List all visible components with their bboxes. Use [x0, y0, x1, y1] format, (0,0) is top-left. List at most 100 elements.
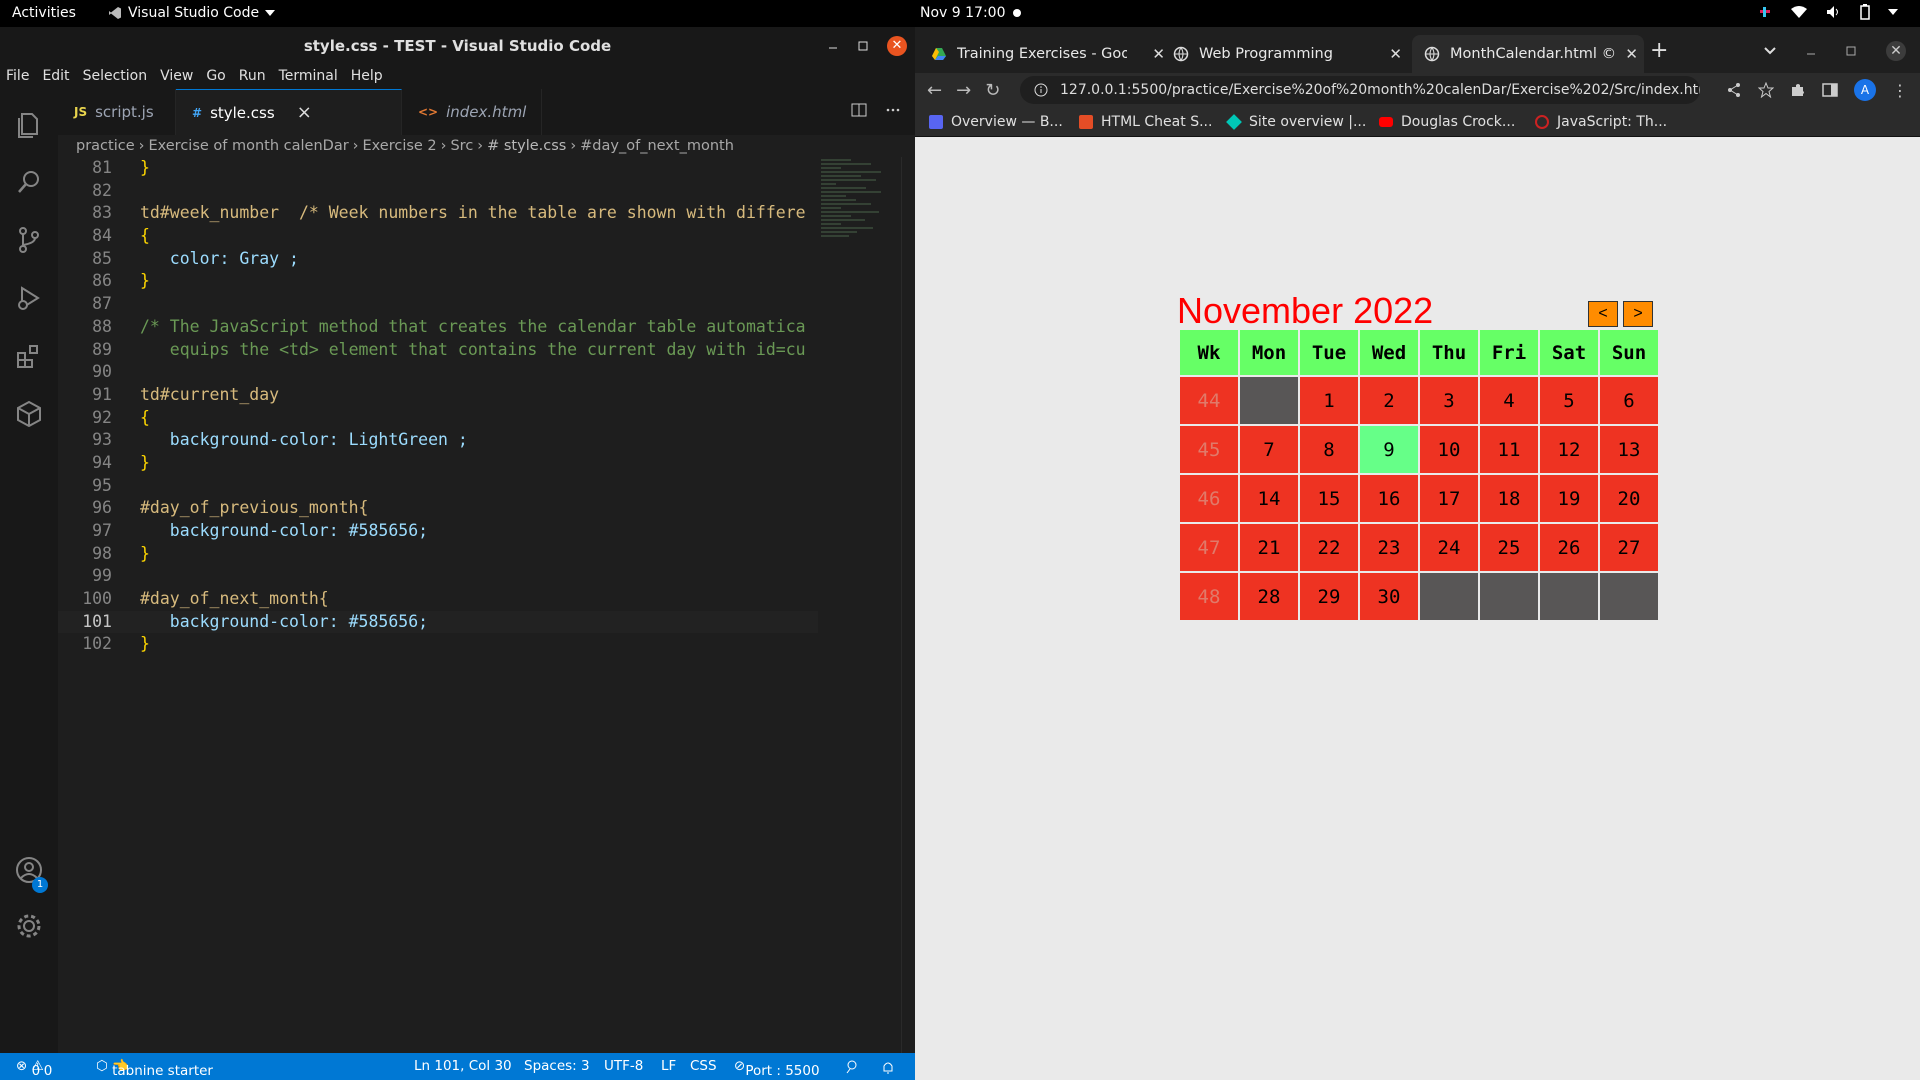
- cursor-position[interactable]: Ln 101, Col 30: [414, 1058, 512, 1074]
- reload-icon[interactable]: ↻: [985, 80, 1000, 101]
- bookmark-star-icon[interactable]: [1758, 82, 1774, 98]
- wifi-icon[interactable]: [1790, 5, 1808, 19]
- share-icon[interactable]: [1726, 82, 1742, 98]
- remote-explorer-icon[interactable]: [14, 399, 44, 429]
- tabnine-status[interactable]: ⬡ tabnine starter 👈: [96, 1058, 213, 1079]
- clock[interactable]: Nov 9 17:00: [920, 5, 1022, 21]
- code-line[interactable]: 96 #day_of_previous_month{: [58, 497, 818, 520]
- tab-index-html[interactable]: <> index.html: [402, 89, 542, 135]
- code-editor[interactable]: 81} 82 83 td#week_number /* Week numbers in…: [58, 157, 818, 1053]
- maximize-icon[interactable]: [857, 40, 869, 52]
- menu-edit[interactable]: Edit: [42, 65, 76, 89]
- menu-go[interactable]: Go: [206, 65, 232, 89]
- feedback-icon[interactable]: [844, 1059, 860, 1075]
- tab-script-js[interactable]: JS script.js: [58, 89, 176, 135]
- breadcrumb-item[interactable]: # style.css: [487, 138, 566, 154]
- menu-run[interactable]: Run: [239, 65, 273, 89]
- menu-view[interactable]: View: [160, 65, 200, 89]
- more-actions-icon[interactable]: [885, 102, 901, 118]
- code-line[interactable]: 93 background-color: LightGreen ;: [58, 429, 818, 452]
- code-line[interactable]: 102}: [58, 633, 818, 656]
- editor-scrollbar[interactable]: [901, 157, 915, 1053]
- code-line[interactable]: 81}: [58, 157, 818, 180]
- previous-month-button[interactable]: <: [1588, 301, 1618, 327]
- end-of-line[interactable]: LF: [661, 1058, 676, 1074]
- power-menu-caret-icon[interactable]: [1888, 9, 1898, 15]
- breadcrumb-item[interactable]: practice: [76, 138, 135, 154]
- code-line[interactable]: 88 /* The JavaScript method that creates …: [58, 316, 818, 339]
- breadcrumb-item[interactable]: Exercise 2: [362, 138, 436, 154]
- bookmark-item[interactable]: Overview — B...: [929, 114, 1063, 130]
- code-line[interactable]: 86}: [58, 270, 818, 293]
- minimize-icon[interactable]: [827, 40, 839, 52]
- code-line[interactable]: 100 #day_of_next_month{: [58, 588, 818, 611]
- minimap[interactable]: [821, 157, 891, 387]
- menu-selection[interactable]: Selection: [83, 65, 155, 89]
- split-editor-icon[interactable]: [851, 102, 867, 118]
- extensions-puzzle-icon[interactable]: [1790, 82, 1806, 98]
- live-server-port[interactable]: ⊘ Port : 5500: [734, 1058, 820, 1079]
- profile-avatar[interactable]: A: [1854, 79, 1876, 101]
- language-mode[interactable]: CSS: [690, 1058, 717, 1074]
- close-tab-icon[interactable]: ✕: [1625, 45, 1638, 63]
- bookmark-item[interactable]: Douglas Crock...: [1379, 114, 1515, 130]
- explorer-icon[interactable]: [14, 109, 44, 139]
- code-line[interactable]: 98}: [58, 543, 818, 566]
- code-line[interactable]: 84 {: [58, 225, 818, 248]
- indentation[interactable]: Spaces: 3: [524, 1058, 590, 1074]
- tab-style-css[interactable]: # style.css ×: [176, 89, 402, 135]
- breadcrumb-item[interactable]: Exercise of month calenDar: [148, 138, 348, 154]
- tab-search-chevron-icon[interactable]: [1764, 47, 1776, 55]
- browser-tab[interactable]: Training Exercises - Goog ✕: [931, 35, 1171, 73]
- slack-icon[interactable]: [1758, 5, 1772, 19]
- code-line[interactable]: 97 background-color: #585656;: [58, 520, 818, 543]
- code-line[interactable]: 94}: [58, 452, 818, 475]
- minimize-icon[interactable]: [1806, 46, 1816, 56]
- address-bar[interactable]: 127.0.0.1:5500/practice/Exercise%20of%20…: [1020, 76, 1700, 104]
- search-icon[interactable]: [14, 167, 44, 197]
- forward-arrow-icon[interactable]: →: [956, 80, 971, 101]
- browser-tab-active[interactable]: MonthCalendar.html © K ✕: [1412, 35, 1644, 73]
- code-line[interactable]: 91 td#current_day: [58, 384, 818, 407]
- code-line[interactable]: 85 color: Gray ;: [58, 248, 818, 271]
- extensions-icon[interactable]: [14, 341, 44, 371]
- maximize-icon[interactable]: [1846, 46, 1856, 56]
- code-line[interactable]: 87: [58, 293, 818, 316]
- menu-help[interactable]: Help: [351, 65, 390, 89]
- chrome-menu-icon[interactable]: ⋮: [1892, 81, 1908, 100]
- close-tab-icon[interactable]: ✕: [1152, 45, 1165, 63]
- notifications-bell-icon[interactable]: [880, 1059, 896, 1075]
- site-info-icon[interactable]: [1034, 83, 1048, 97]
- close-window-button[interactable]: ✕: [1886, 41, 1906, 61]
- code-line[interactable]: 95: [58, 475, 818, 498]
- breadcrumb-item[interactable]: Src: [450, 138, 473, 154]
- side-panel-icon[interactable]: [1822, 82, 1838, 98]
- settings-gear-icon[interactable]: [14, 911, 44, 941]
- activities-button[interactable]: Activities: [12, 5, 76, 21]
- code-line[interactable]: 101 background-color: #585656;: [58, 610, 818, 634]
- code-line[interactable]: 89 equips the <td> element that contains…: [58, 339, 818, 362]
- bookmark-item[interactable]: JavaScript: Th...: [1535, 114, 1667, 130]
- encoding[interactable]: UTF-8: [604, 1058, 643, 1074]
- next-month-button[interactable]: >: [1623, 301, 1653, 327]
- code-line[interactable]: 90: [58, 361, 818, 384]
- breadcrumb-item[interactable]: #day_of_next_month: [580, 138, 734, 154]
- battery-icon[interactable]: [1860, 4, 1870, 20]
- close-tab-icon[interactable]: ✕: [1389, 45, 1402, 63]
- code-line[interactable]: 99: [58, 565, 818, 588]
- bookmark-item[interactable]: HTML Cheat S...: [1079, 114, 1212, 130]
- system-tray[interactable]: [1758, 4, 1898, 20]
- close-tab-icon[interactable]: ×: [297, 102, 312, 123]
- menu-file[interactable]: File: [6, 65, 36, 89]
- problems-indicator[interactable]: ⊗ 0 ⚠ 0: [16, 1058, 52, 1079]
- new-tab-button[interactable]: +: [1650, 40, 1668, 62]
- code-line[interactable]: 83 td#week_number /* Week numbers in the …: [58, 202, 818, 225]
- app-menu[interactable]: Visual Studio Code: [108, 5, 276, 21]
- bookmark-item[interactable]: Site overview |...: [1226, 114, 1366, 130]
- menu-terminal[interactable]: Terminal: [279, 65, 345, 89]
- close-window-button[interactable]: ✕: [887, 36, 907, 56]
- code-line[interactable]: 82: [58, 180, 818, 203]
- run-debug-icon[interactable]: [14, 283, 44, 313]
- back-arrow-icon[interactable]: ←: [927, 80, 942, 101]
- code-line[interactable]: 92 {: [58, 407, 818, 430]
